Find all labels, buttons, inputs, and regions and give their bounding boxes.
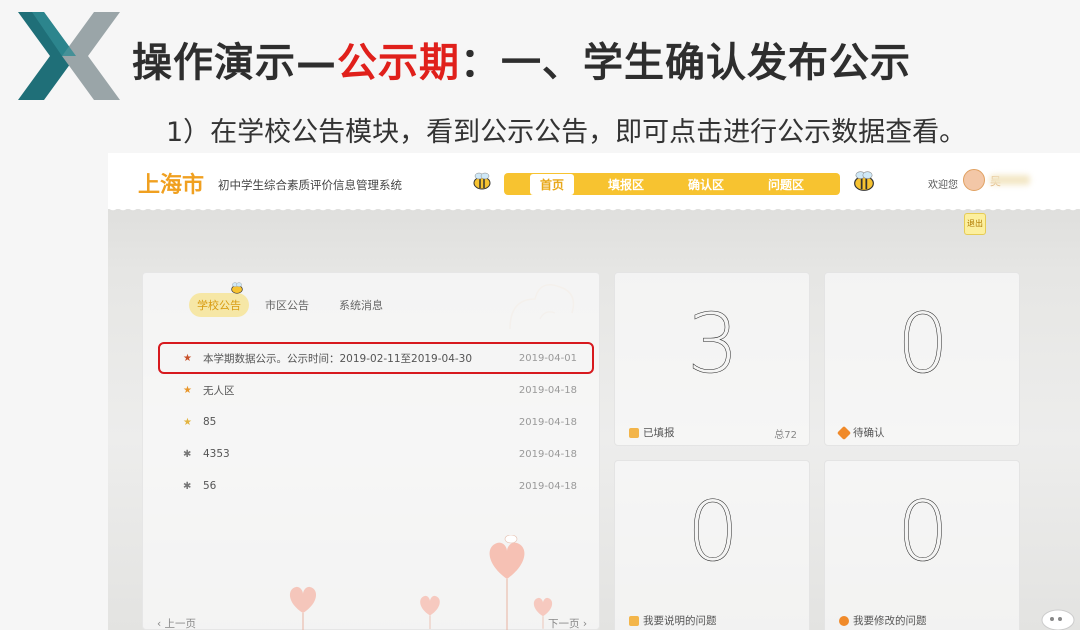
notice-date: 2019-04-18: [518, 480, 577, 492]
heart-icon: [420, 595, 440, 629]
nav-confirm[interactable]: 确认区: [678, 174, 734, 195]
gear-icon: [839, 615, 849, 626]
wechat-watermark-icon: [1041, 609, 1075, 630]
tab-district-notice[interactable]: 市区公告: [265, 297, 309, 313]
title-suffix: ：一、学生确认发布公示: [460, 40, 911, 86]
star-icon: ✱: [183, 480, 192, 492]
notice-date: 2019-04-18: [518, 448, 577, 460]
stat-number: 3: [686, 297, 740, 393]
stat-number: 0: [896, 485, 950, 581]
document-icon: [629, 427, 639, 438]
notice-item[interactable]: ★ 85 2019-04-18: [183, 412, 583, 432]
stat-number: 0: [686, 485, 740, 581]
stat-card-explain[interactable]: 0 我要说明的问题: [614, 460, 810, 630]
bee-icon: [231, 282, 243, 294]
nav-fill[interactable]: 填报区: [598, 174, 654, 195]
stat-card-modify[interactable]: 0 我要修改的问题: [824, 460, 1020, 630]
notice-title: 无人区: [203, 384, 235, 397]
stat-label: 我要修改的问题: [839, 613, 927, 628]
notice-item[interactable]: ★ 无人区 2019-04-18: [183, 380, 583, 400]
nav-home[interactable]: 首页: [529, 173, 574, 195]
bee-icon: [854, 171, 874, 191]
user-avatar[interactable]: [963, 169, 985, 191]
notice-item[interactable]: ✱ 4353 2019-04-18: [183, 444, 583, 464]
star-icon: ★: [183, 416, 192, 428]
username-blurred: [990, 175, 1030, 185]
stat-total: 总72: [774, 430, 797, 441]
title-highlight: 公示期: [337, 40, 460, 86]
stat-label-text: 待确认: [853, 427, 885, 439]
heart-icon: [289, 586, 317, 630]
notice-title: 56: [203, 480, 217, 492]
stat-card-pending[interactable]: 0 待确认: [824, 272, 1020, 446]
notice-title: 4353: [203, 448, 230, 460]
x-logo-icon: [18, 12, 120, 100]
star-icon: ✱: [183, 448, 192, 460]
main-nav: 首页 填报区 确认区 问题区: [504, 173, 840, 195]
app-screenshot: 上海市 初中学生综合素质评价信息管理系统 首页 填报区 确认区 问题区 欢迎您 …: [108, 153, 1080, 630]
highlight-annotation: [158, 342, 594, 374]
notice-item[interactable]: ✱ 56 2019-04-18: [183, 476, 583, 496]
slide-subtitle: 1）在学校公告模块，看到公示公告，即可点击进行公示数据查看。: [166, 117, 967, 148]
brand-city: 上海市: [138, 173, 205, 198]
stat-label-text: 我要修改的问题: [853, 615, 927, 627]
stat-label: 我要说明的问题: [629, 613, 717, 628]
stat-label: 待确认: [836, 425, 885, 440]
stat-card-filled[interactable]: 3 已填报 总72: [614, 272, 810, 446]
star-icon: ★: [183, 384, 192, 396]
nav-issues[interactable]: 问题区: [758, 174, 814, 195]
pin-icon: [836, 425, 852, 440]
document-icon: [629, 615, 639, 626]
prev-page-link[interactable]: ‹ 上一页: [157, 616, 196, 630]
stat-label-text: 我要说明的问题: [643, 615, 717, 627]
welcome-text: 欢迎您: [928, 180, 958, 191]
stat-label-text: 已填报: [643, 427, 675, 439]
stat-label: 已填报: [629, 425, 675, 440]
notice-title: 85: [203, 416, 217, 428]
notice-date: 2019-04-18: [518, 384, 577, 396]
tab-school-notice[interactable]: 学校公告: [189, 293, 249, 317]
bee-icon: [473, 172, 491, 190]
notice-panel: 学校公告 市区公告 系统消息 ★ 本学期数据公示。公示时间：2019-02-11…: [142, 272, 600, 630]
slide-title: 操作演示—公示期：一、学生确认发布公示: [132, 30, 911, 88]
tab-system-message[interactable]: 系统消息: [339, 297, 383, 313]
heart-balloon-icon: [489, 535, 525, 630]
notice-date: 2019-04-18: [518, 416, 577, 428]
brand-system-name: 初中学生综合素质评价信息管理系统: [218, 178, 402, 192]
stat-number: 0: [896, 297, 950, 393]
next-page-link[interactable]: 下一页 ›: [548, 616, 587, 630]
title-prefix: 操作演示—: [132, 40, 337, 86]
logout-button[interactable]: 退出: [964, 213, 986, 235]
top-bar-scalloped-edge: [108, 205, 1080, 215]
